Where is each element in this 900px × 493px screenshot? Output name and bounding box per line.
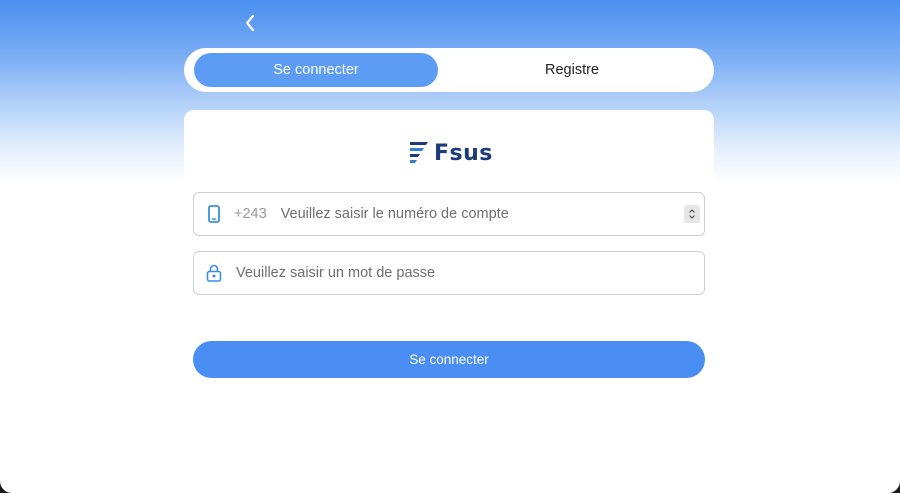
stepper-arrows-icon	[689, 209, 695, 219]
chevron-left-icon	[245, 14, 255, 32]
number-stepper[interactable]	[684, 205, 700, 223]
login-submit-button[interactable]: Se connecter	[193, 341, 705, 378]
password-field	[193, 251, 705, 295]
tab-login[interactable]: Se connecter	[194, 53, 438, 87]
phone-field: +243	[193, 192, 705, 236]
country-code-prefix: +243	[234, 206, 267, 222]
fsus-stripes-logo	[410, 142, 428, 163]
brand-logo: Fsus	[408, 140, 493, 166]
mobile-phone-icon	[206, 204, 222, 224]
brand-name: Fsus	[434, 140, 493, 166]
auth-tabs: Se connecter Registre	[184, 48, 714, 92]
lock-icon	[206, 263, 222, 283]
back-button[interactable]	[238, 10, 262, 36]
tab-register[interactable]: Registre	[450, 53, 694, 87]
password-input[interactable]	[236, 253, 704, 293]
account-number-input[interactable]	[280, 194, 684, 234]
app-frame: Se connecter Registre Fsus +243 Veuillez…	[0, 0, 900, 493]
login-card: Fsus +243 Veuillez saisir le numéro de c…	[184, 110, 714, 493]
